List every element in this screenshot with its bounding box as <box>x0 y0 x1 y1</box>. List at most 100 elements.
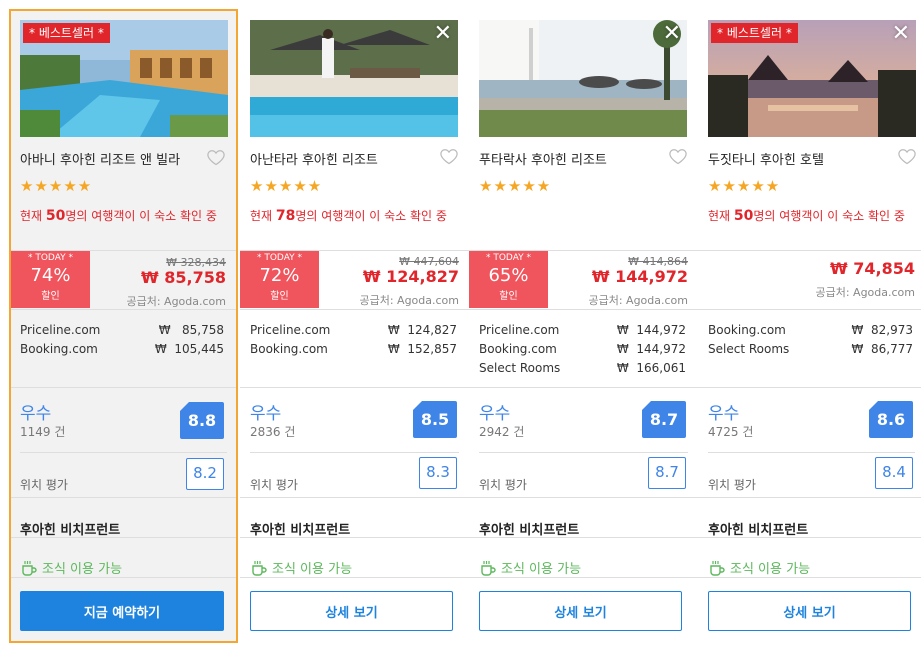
divider <box>240 387 469 388</box>
divider <box>11 309 236 310</box>
location-rating-label: 위치 평가 <box>250 478 298 492</box>
location-score: 8.2 <box>186 458 224 490</box>
bestseller-badge: * 베스트셀러 * <box>711 23 798 43</box>
breakfast-info: 조식 이용 가능 <box>708 558 810 577</box>
offer-row[interactable]: Priceline.com ₩ 124,827 <box>250 321 457 340</box>
offer-list: Priceline.com ₩ 124,827 Booking.com ₩ 152,… <box>250 321 457 359</box>
divider <box>11 577 236 578</box>
hotel-name[interactable]: 아난타라 후아힌 리조트 <box>250 149 378 168</box>
divider <box>240 497 469 498</box>
offer-row[interactable]: Booking.com ₩ 144,972 <box>479 340 686 359</box>
location-score: 8.7 <box>648 457 686 489</box>
divider <box>469 537 698 538</box>
discount-percent: 72% <box>259 265 300 286</box>
review-score: 8.5 <box>413 401 457 438</box>
deal-price[interactable]: ₩ 124,827 <box>363 267 459 286</box>
review-count[interactable]: 2836 건 <box>250 423 295 440</box>
breakfast-info: 조식 이용 가능 <box>20 558 122 577</box>
location-score: 8.4 <box>875 457 913 489</box>
offer-row[interactable]: Select Rooms ₩ 86,777 <box>708 340 913 359</box>
viewing-notice: 현재 50명의 여행객이 이 숙소 확인 중 <box>708 208 905 224</box>
review-count[interactable]: 1149 건 <box>20 423 65 440</box>
divider <box>250 452 459 453</box>
review-score: 8.7 <box>642 401 686 438</box>
offer-list: Priceline.com ₩ 144,972 Booking.com ₩ 144,… <box>479 321 686 378</box>
hotel-card-putahracsa[interactable]: ✕ 푸타락사 후아힌 리조트 ★★★★★ * TODAY * 65% 할인 ₩ … <box>469 10 699 642</box>
review-score: 8.8 <box>180 402 224 439</box>
location-rating-label: 위치 평가 <box>20 478 68 492</box>
offer-row[interactable]: Priceline.com ₩ 85,758 <box>20 321 224 340</box>
divider <box>698 309 921 310</box>
divider <box>698 497 921 498</box>
view-details-button[interactable]: 상세 보기 <box>250 591 453 631</box>
supplier-label: 공급처: Agoda.com <box>588 294 688 307</box>
hotel-card-avani[interactable]: * 베스트셀러 * 아바니 후아힌 리조트 앤 빌라 ★★★★★ 현재 50명의… <box>9 9 238 643</box>
divider <box>698 250 921 251</box>
divider <box>698 387 921 388</box>
star-rating: ★★★★★ <box>20 177 93 195</box>
review-count[interactable]: 4725 건 <box>708 423 753 440</box>
divider <box>698 577 921 578</box>
divider <box>240 577 469 578</box>
offer-list: Priceline.com ₩ 85,758 Booking.com ₩ 105,4… <box>20 321 224 359</box>
heart-icon[interactable] <box>897 146 917 166</box>
close-icon[interactable]: ✕ <box>663 22 681 46</box>
review-score: 8.6 <box>869 401 913 438</box>
supplier-label: 공급처: Agoda.com <box>359 294 459 307</box>
book-now-button[interactable]: 지금 예약하기 <box>20 591 224 631</box>
area-name: 후아힌 비치프런트 <box>708 523 809 538</box>
resort-pool-image <box>250 20 458 137</box>
heart-icon[interactable] <box>206 147 226 167</box>
deal-price[interactable]: ₩ 144,972 <box>592 267 688 286</box>
heart-icon[interactable] <box>668 146 688 166</box>
review-count[interactable]: 2942 건 <box>479 423 524 440</box>
offer-row[interactable]: Priceline.com ₩ 144,972 <box>479 321 686 340</box>
heart-icon[interactable] <box>439 146 459 166</box>
divider <box>708 452 915 453</box>
view-details-button[interactable]: 상세 보기 <box>479 591 682 631</box>
offer-row[interactable]: Select Rooms ₩ 166,061 <box>479 359 686 378</box>
discount-percent: 74% <box>30 265 71 286</box>
close-icon[interactable]: ✕ <box>892 22 910 46</box>
hotel-photo[interactable]: * 베스트셀러 * <box>20 20 228 137</box>
hotel-name[interactable]: 두짓타니 후아힌 호텔 <box>708 149 824 168</box>
today-deal-box: * TODAY * 72% 할인 <box>240 251 319 308</box>
hotel-card-dusit-thani[interactable]: * 베스트셀러 * ✕ 두짓타니 후아힌 호텔 ★★★★★ 현재 50명의 여행… <box>698 10 921 642</box>
hotel-card-anantara[interactable]: ✕ 아난타라 후아힌 리조트 ★★★★★ 현재 78명의 여행객이 이 숙소 확… <box>240 10 470 642</box>
deal-price[interactable]: ₩ 74,854 <box>830 259 915 278</box>
offer-list: Booking.com ₩ 82,973 Select Rooms ₩ 86,777 <box>708 321 913 359</box>
star-rating: ★★★★★ <box>479 177 552 195</box>
star-rating: ★★★★★ <box>708 177 781 195</box>
hotel-photo[interactable]: ✕ <box>479 20 687 137</box>
close-icon[interactable]: ✕ <box>434 22 452 46</box>
offer-row[interactable]: Booking.com ₩ 105,445 <box>20 340 224 359</box>
coffee-cup-icon <box>710 560 725 576</box>
coffee-cup-icon <box>252 560 267 576</box>
divider <box>469 497 698 498</box>
viewing-notice: 현재 50명의 여행객이 이 숙소 확인 중 <box>20 208 217 224</box>
rating-word: 우수 <box>250 404 282 424</box>
coffee-cup-icon <box>22 560 37 576</box>
deal-price[interactable]: ₩ 85,758 <box>141 268 226 287</box>
area-name: 후아힌 비치프런트 <box>250 523 351 538</box>
divider <box>11 497 236 498</box>
breakfast-info: 조식 이용 가능 <box>479 558 581 577</box>
divider <box>698 537 921 538</box>
location-score: 8.3 <box>419 457 457 489</box>
divider <box>240 309 469 310</box>
offer-row[interactable]: Booking.com ₩ 152,857 <box>250 340 457 359</box>
divider <box>20 452 227 453</box>
hotel-photo[interactable]: ✕ <box>250 20 458 137</box>
coffee-cup-icon <box>481 560 496 576</box>
rating-word: 우수 <box>20 404 52 424</box>
rating-word: 우수 <box>479 404 511 424</box>
supplier-label: 공급처: Agoda.com <box>126 295 226 308</box>
offer-row[interactable]: Booking.com ₩ 82,973 <box>708 321 913 340</box>
hotel-name[interactable]: 푸타락사 후아힌 리조트 <box>479 149 607 168</box>
hotel-name[interactable]: 아바니 후아힌 리조트 앤 빌라 <box>20 149 180 168</box>
area-name: 후아힌 비치프런트 <box>20 523 121 538</box>
divider <box>469 309 698 310</box>
hotel-photo[interactable]: * 베스트셀러 * ✕ <box>708 20 916 137</box>
view-details-button[interactable]: 상세 보기 <box>708 591 911 631</box>
area-name: 후아힌 비치프런트 <box>479 523 580 538</box>
